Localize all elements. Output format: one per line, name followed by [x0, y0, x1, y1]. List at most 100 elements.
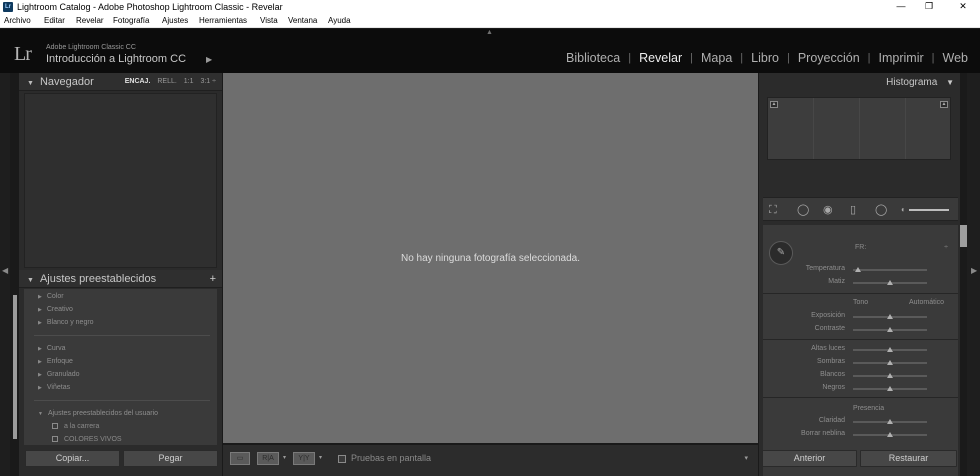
preset-group-curva[interactable]: ▶ Curva [38, 345, 66, 352]
adjustment-brush-icon[interactable]: ◐ [901, 204, 906, 216]
temperature-slider[interactable] [853, 267, 927, 272]
highlight-clipping-icon[interactable]: ▲ [940, 101, 948, 108]
menu-archivo[interactable]: Archivo [4, 16, 31, 26]
radial-filter-icon[interactable]: ◯ [875, 204, 887, 216]
preset-group-color[interactable]: ▶ Color [38, 293, 64, 300]
exposure-slider[interactable] [853, 314, 927, 319]
collapse-triangle-icon[interactable]: ▼ [27, 277, 34, 284]
presets-header[interactable]: ▼ Ajustes preestablecidos + [19, 270, 222, 288]
image-view[interactable]: No hay ninguna fotografía seleccionada. [223, 73, 758, 443]
swap-caret-icon[interactable]: ▾ [319, 454, 322, 461]
before-after-caret-icon[interactable]: ▾ [283, 454, 286, 461]
catalog-name[interactable]: Introducción a Lightroom CC [46, 53, 186, 65]
preset-group-granulado[interactable]: ▶ Granulado [38, 371, 80, 378]
crop-tool-icon[interactable]: ⛶ [769, 204, 777, 216]
module-biblioteca[interactable]: Biblioteca [558, 51, 628, 65]
add-preset-icon[interactable]: + [210, 270, 216, 288]
slider-knob[interactable] [887, 347, 893, 352]
slider-knob[interactable] [887, 419, 893, 424]
white-balance-select[interactable]: FR: [855, 244, 866, 251]
previous-button[interactable]: Anterior [762, 450, 857, 467]
left-scrollbar-thumb[interactable] [13, 295, 17, 439]
module-proyeccion[interactable]: Proyección [790, 51, 868, 65]
menu-fotografia[interactable]: Fotografía [113, 16, 149, 26]
dehaze-slider[interactable] [853, 432, 927, 437]
navigator-preview[interactable] [24, 93, 217, 268]
product-name: Adobe Lightroom Classic CC [46, 44, 136, 51]
section-divider [763, 339, 958, 340]
contrast-slider[interactable] [853, 327, 927, 332]
soft-proof-checkbox[interactable] [338, 455, 346, 463]
reset-button[interactable]: Restaurar [860, 450, 957, 467]
loupe-view-button[interactable]: ▭ [230, 452, 250, 465]
navigator-header[interactable]: ▼ Navegador ENCAJ. RELL. 1:1 3:1 ÷ [19, 73, 222, 91]
slider-knob[interactable] [887, 386, 893, 391]
white-balance-eyedropper-icon[interactable]: ✎ [769, 241, 793, 265]
module-web[interactable]: Web [935, 51, 968, 65]
shadow-clipping-icon[interactable]: ▲ [770, 101, 778, 108]
minimize-button[interactable]: — [886, 0, 916, 14]
histogram-header[interactable]: Histograma ▼ [759, 73, 960, 93]
shadows-slider[interactable] [853, 360, 927, 365]
module-revelar[interactable]: Revelar [631, 51, 690, 65]
preset-group-label: Granulado [46, 371, 80, 378]
zoom-fit-option[interactable]: ENCAJ. [125, 78, 151, 85]
clarity-slider[interactable] [853, 419, 927, 424]
right-scrollbar-thumb[interactable] [960, 225, 967, 247]
menu-ajustes[interactable]: Ajustes [162, 16, 188, 26]
menu-ayuda[interactable]: Ayuda [328, 16, 351, 26]
preset-group-blanco-negro[interactable]: ▶ Blanco y negro [38, 319, 94, 326]
collapse-triangle-icon[interactable]: ▼ [27, 80, 34, 87]
module-imprimir[interactable]: Imprimir [871, 51, 932, 65]
spot-removal-icon[interactable]: ◯ [797, 204, 809, 216]
collapse-triangle-icon[interactable]: ▼ [946, 78, 954, 87]
menu-herramientas[interactable]: Herramientas [199, 16, 247, 26]
catalog-caret-icon[interactable]: ▶ [206, 55, 212, 64]
menu-editar[interactable]: Editar [44, 16, 65, 26]
paste-settings-button[interactable]: Pegar [123, 450, 218, 467]
zoom-1-1-option[interactable]: 1:1 [184, 78, 194, 85]
before-after-view-button[interactable]: R|A [257, 452, 279, 465]
zoom-3-1-option[interactable]: 3:1 ÷ [200, 78, 216, 85]
histogram[interactable]: ▲ ▲ [767, 97, 951, 160]
preset-item[interactable]: COLORES VIVOS [52, 436, 122, 443]
white-balance-select-arrows-icon[interactable]: ÷ [944, 244, 948, 251]
preset-group-creativo[interactable]: ▶ Creativo [38, 306, 73, 313]
tint-slider[interactable] [853, 280, 927, 285]
slider-knob[interactable] [887, 314, 893, 319]
preset-group-enfoque[interactable]: ▶ Enfoque [38, 358, 73, 365]
slider-knob[interactable] [887, 327, 893, 332]
blacks-slider[interactable] [853, 386, 927, 391]
slider-knob[interactable] [887, 360, 893, 365]
slider-knob[interactable] [887, 280, 893, 285]
toolbar-menu-icon[interactable]: ▾ [744, 454, 748, 462]
preset-group-vinetas[interactable]: ▶ Viñetas [38, 384, 70, 391]
swap-view-button[interactable]: Y|Y [293, 452, 315, 465]
auto-tone-button[interactable]: Automático [909, 299, 944, 306]
slider-knob[interactable] [887, 373, 893, 378]
adjustment-brush-slider[interactable] [909, 209, 949, 211]
presets-title: Ajustes preestablecidos [39, 273, 157, 285]
tone-label: Tono [853, 299, 869, 306]
collapse-top-panel-icon[interactable]: ▲ [486, 29, 493, 36]
module-mapa[interactable]: Mapa [693, 51, 740, 65]
expand-triangle-icon: ▶ [38, 385, 42, 391]
collapse-left-panel-icon[interactable]: ◀ [2, 266, 8, 275]
menu-vista[interactable]: Vista [260, 16, 278, 26]
preset-group-usuario[interactable]: ▼ Ajustes preestablecidos del usuario [38, 410, 158, 417]
slider-knob[interactable] [887, 432, 893, 437]
slider-knob[interactable] [855, 267, 861, 272]
module-libro[interactable]: Libro [743, 51, 787, 65]
zoom-fill-option[interactable]: RELL. [157, 78, 176, 85]
maximize-button[interactable]: ❐ [914, 0, 944, 14]
graduated-filter-icon[interactable]: ▯ [850, 204, 856, 216]
red-eye-icon[interactable]: ◉ [823, 204, 833, 216]
collapse-right-panel-icon[interactable]: ▶ [971, 266, 977, 275]
preset-item[interactable]: a la carrera [52, 423, 99, 430]
copy-settings-button[interactable]: Copiar... [25, 450, 120, 467]
menu-ventana[interactable]: Ventana [288, 16, 317, 26]
menu-revelar[interactable]: Revelar [76, 16, 104, 26]
whites-slider[interactable] [853, 373, 927, 378]
highlights-slider[interactable] [853, 347, 927, 352]
close-button[interactable]: ✕ [948, 0, 978, 14]
